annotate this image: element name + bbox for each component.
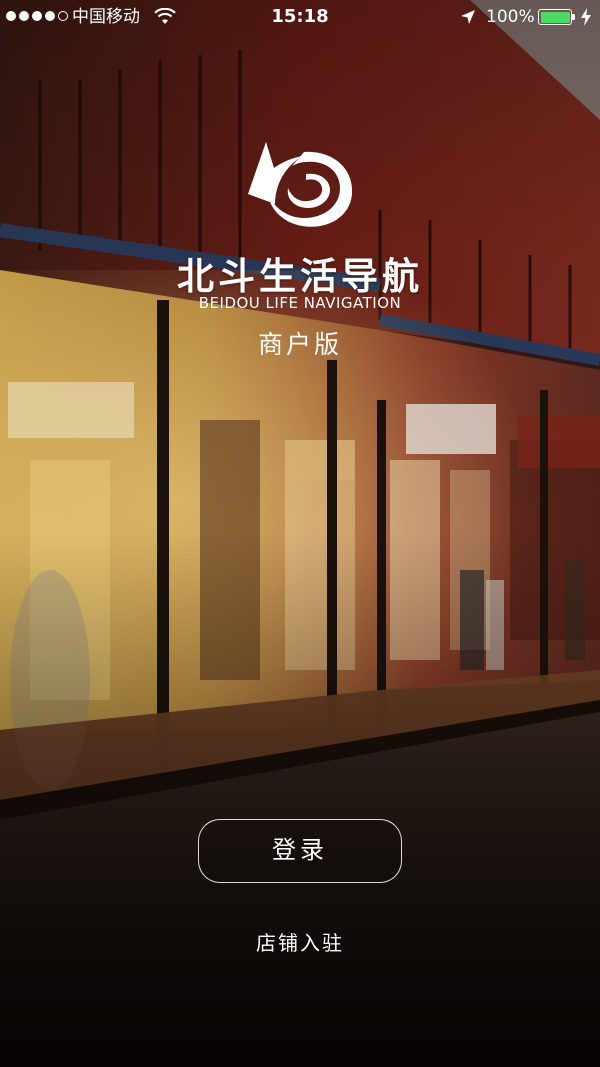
location-arrow-icon xyxy=(461,10,475,24)
charging-bolt-icon xyxy=(581,8,591,26)
store-register-link[interactable]: 店铺入驻 xyxy=(0,927,600,956)
app-name-english: BEIDOU LIFE NAVIGATION xyxy=(198,294,402,312)
battery-icon xyxy=(538,9,572,25)
login-button[interactable]: 登录 xyxy=(198,819,402,883)
battery-level-fill xyxy=(540,11,570,23)
battery-cap xyxy=(572,14,575,20)
edition-label: 商户版 xyxy=(257,330,342,359)
app-name: 北斗生活导航 xyxy=(177,255,423,298)
battery-percent: 100% xyxy=(486,7,535,27)
splash-screen: 中国移动 15:18 100% 北斗生活导航 BEIDOU LIFE NAVIG… xyxy=(0,0,600,1067)
status-bar: 中国移动 15:18 100% xyxy=(0,0,600,34)
compass-swirl-logo xyxy=(248,142,353,227)
